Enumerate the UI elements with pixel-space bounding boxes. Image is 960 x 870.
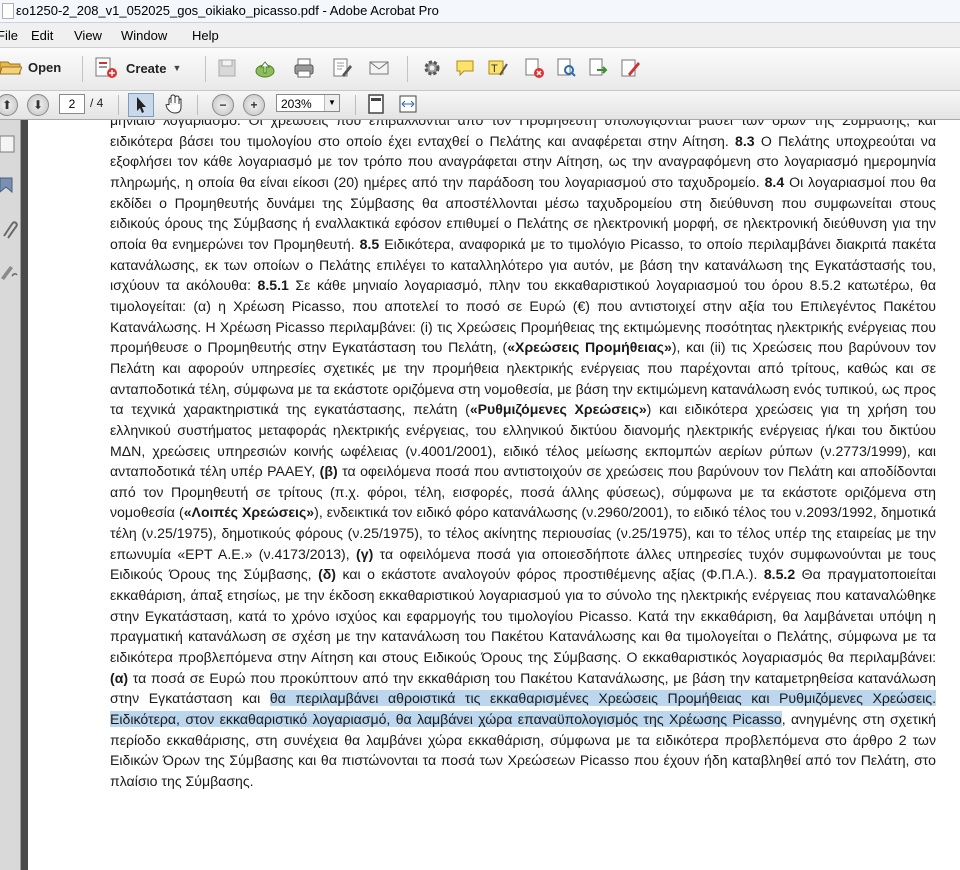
signatures-icon[interactable] (0, 262, 18, 282)
bold-text: 8.5.1 (257, 277, 289, 294)
page-thumbnails-icon[interactable] (0, 134, 18, 154)
chevron-down-icon: ▼ (172, 63, 182, 73)
navigation-panel (0, 120, 21, 870)
export-icon[interactable] (588, 58, 608, 78)
bold-text: «Χρεώσεις Προμήθειας» (507, 339, 672, 356)
menu-file[interactable]: File (0, 28, 18, 43)
menu-help[interactable]: Help (192, 28, 219, 43)
bold-text: 8.5 (359, 235, 380, 252)
arrow-up-icon: ⬆ (1, 98, 13, 112)
minus-icon: − (219, 98, 227, 112)
panel-splitter[interactable] (21, 120, 28, 870)
fit-width-icon[interactable] (398, 94, 418, 114)
bold-text: 8.5.2 (763, 566, 796, 583)
zoom-in-button[interactable]: + (243, 94, 265, 116)
attachment-icon[interactable] (0, 220, 18, 240)
bookmark-icon[interactable] (0, 176, 18, 196)
pdf-file-icon (2, 3, 14, 19)
hand-tool-icon[interactable] (164, 94, 184, 114)
fit-page-icon[interactable] (366, 94, 386, 114)
create-label: Create (126, 60, 167, 76)
title-bar: εο1250-2_208_v1_052025_gos_oikiako_picas… (0, 0, 960, 23)
delete-page-icon[interactable] (524, 58, 544, 78)
arrow-down-icon: ⬇ (32, 98, 44, 112)
gear-icon[interactable] (422, 58, 442, 78)
create-pdf-icon (95, 57, 117, 78)
main-toolbar: Open Create ▼ T (0, 48, 960, 91)
document-text[interactable]: μηνιαίο λογαριασμό. Οι χρεώσεις που επιβ… (110, 120, 936, 792)
folder-icon (0, 61, 22, 75)
separator (407, 56, 408, 82)
page-number-input[interactable]: 2 (59, 94, 85, 114)
svg-text:T: T (491, 63, 498, 75)
bold-text: «Ρυθμιζόμενες Χρεώσεις» (469, 401, 647, 418)
bold-text: «Λοιπές Χρεώσεις» (183, 504, 315, 521)
menu-bar: File Edit View Window Help (0, 23, 960, 47)
bold-text: 8.3 (735, 132, 755, 149)
sign-icon[interactable] (620, 58, 640, 78)
previous-page-button[interactable]: ⬆ (0, 94, 18, 116)
chevron-down-icon[interactable]: ▼ (324, 95, 339, 111)
bold-text: (β) (319, 463, 338, 480)
next-page-button[interactable]: ⬇ (27, 94, 49, 116)
bold-text: (γ) (356, 545, 374, 562)
search-document-icon[interactable] (556, 58, 576, 78)
bold-text: (α) (110, 669, 129, 686)
print-icon[interactable] (294, 58, 314, 78)
menu-edit[interactable]: Edit (31, 28, 53, 43)
create-button[interactable]: Create ▼ (94, 57, 181, 79)
open-label: Open (28, 59, 62, 75)
select-tool-button[interactable] (128, 93, 154, 117)
zoom-select[interactable]: 203% ▼ (276, 94, 340, 112)
separator (82, 56, 83, 82)
zoom-out-button[interactable]: − (212, 94, 234, 116)
zoom-value: 203% (281, 97, 312, 111)
body-text: και ο εκάστοτε αναλογούν φόρος προστιθέμ… (336, 566, 764, 583)
email-icon[interactable] (369, 58, 389, 78)
separator (205, 56, 206, 82)
plus-icon: + (250, 98, 258, 112)
separator (118, 95, 119, 115)
highlight-text-icon[interactable]: T (488, 58, 508, 78)
navigation-toolbar: ⬆ ⬇ 2 / 4 − + 203% ▼ (0, 91, 960, 120)
upload-icon[interactable] (255, 58, 275, 78)
bold-text: 8.4 (764, 173, 785, 190)
bold-text: (δ) (318, 566, 336, 583)
comment-icon[interactable] (455, 58, 475, 78)
window-title: εο1250-2_208_v1_052025_gos_oikiako_picas… (16, 3, 439, 18)
page-total: / 4 (90, 96, 104, 110)
save-icon[interactable] (217, 58, 237, 78)
menu-window[interactable]: Window (121, 28, 167, 43)
separator (355, 95, 356, 115)
edit-document-icon[interactable] (332, 58, 352, 78)
cursor-arrow-icon (137, 97, 146, 113)
document-page: μηνιαίο λογαριασμό. Οι χρεώσεις που επιβ… (28, 120, 960, 870)
open-button[interactable]: Open (0, 58, 61, 76)
menu-view[interactable]: View (74, 28, 102, 43)
separator (197, 95, 198, 115)
